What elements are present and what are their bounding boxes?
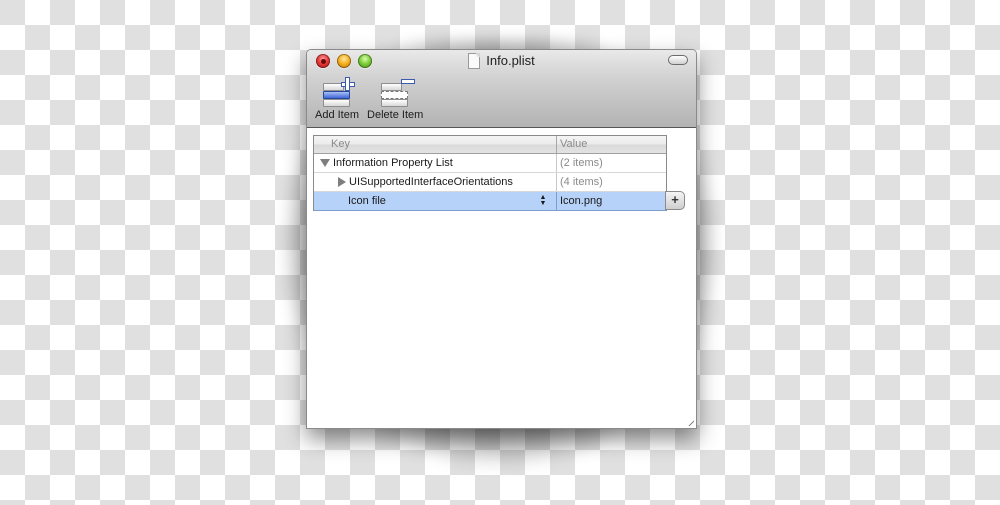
row-value: (4 items): [560, 176, 603, 188]
table-row[interactable]: UISupportedInterfaceOrientations (4 item…: [314, 173, 666, 192]
disclosure-triangle-collapsed-icon[interactable]: [338, 177, 346, 187]
row-key[interactable]: Icon file: [314, 192, 538, 210]
window-title-text: Info.plist: [486, 53, 535, 68]
titlebar: Info.plist Add Item Delete Item: [307, 50, 696, 128]
column-header-value[interactable]: Value: [557, 136, 666, 153]
table-row[interactable]: Information Property List (2 items): [314, 154, 666, 173]
delete-item-label: Delete Item: [367, 109, 424, 121]
row-value: (2 items): [560, 157, 603, 169]
window-title: Info.plist: [307, 52, 696, 70]
row-key: Information Property List: [333, 157, 453, 169]
toolbar-toggle-button[interactable]: [668, 55, 688, 65]
table-row-selected[interactable]: Icon file ▲ ▼ Icon.png +: [314, 191, 685, 211]
row-key: UISupportedInterfaceOrientations: [349, 176, 513, 188]
add-item-icon: [317, 76, 357, 108]
plist-outline-table: Key Value Information Property List (2 i…: [313, 135, 685, 211]
toolbar: Add Item Delete Item: [315, 76, 423, 121]
delete-item-icon: [375, 76, 416, 108]
column-header-key[interactable]: Key: [314, 136, 557, 153]
resize-grip-icon[interactable]: [684, 416, 694, 426]
table-header: Key Value: [314, 136, 666, 154]
add-child-button[interactable]: +: [665, 191, 685, 210]
content-area: Key Value Information Property List (2 i…: [307, 128, 696, 428]
row-value[interactable]: Icon.png: [557, 192, 666, 210]
add-item-button[interactable]: Add Item: [315, 76, 359, 121]
disclosure-triangle-expanded-icon[interactable]: [320, 159, 330, 167]
document-icon: [468, 53, 481, 69]
delete-item-button[interactable]: Delete Item: [367, 76, 423, 121]
up-down-arrows-icon[interactable]: ▲ ▼: [538, 194, 548, 207]
add-item-label: Add Item: [315, 109, 360, 121]
plist-editor-window: Info.plist Add Item Delete Item Key Valu…: [306, 49, 697, 429]
